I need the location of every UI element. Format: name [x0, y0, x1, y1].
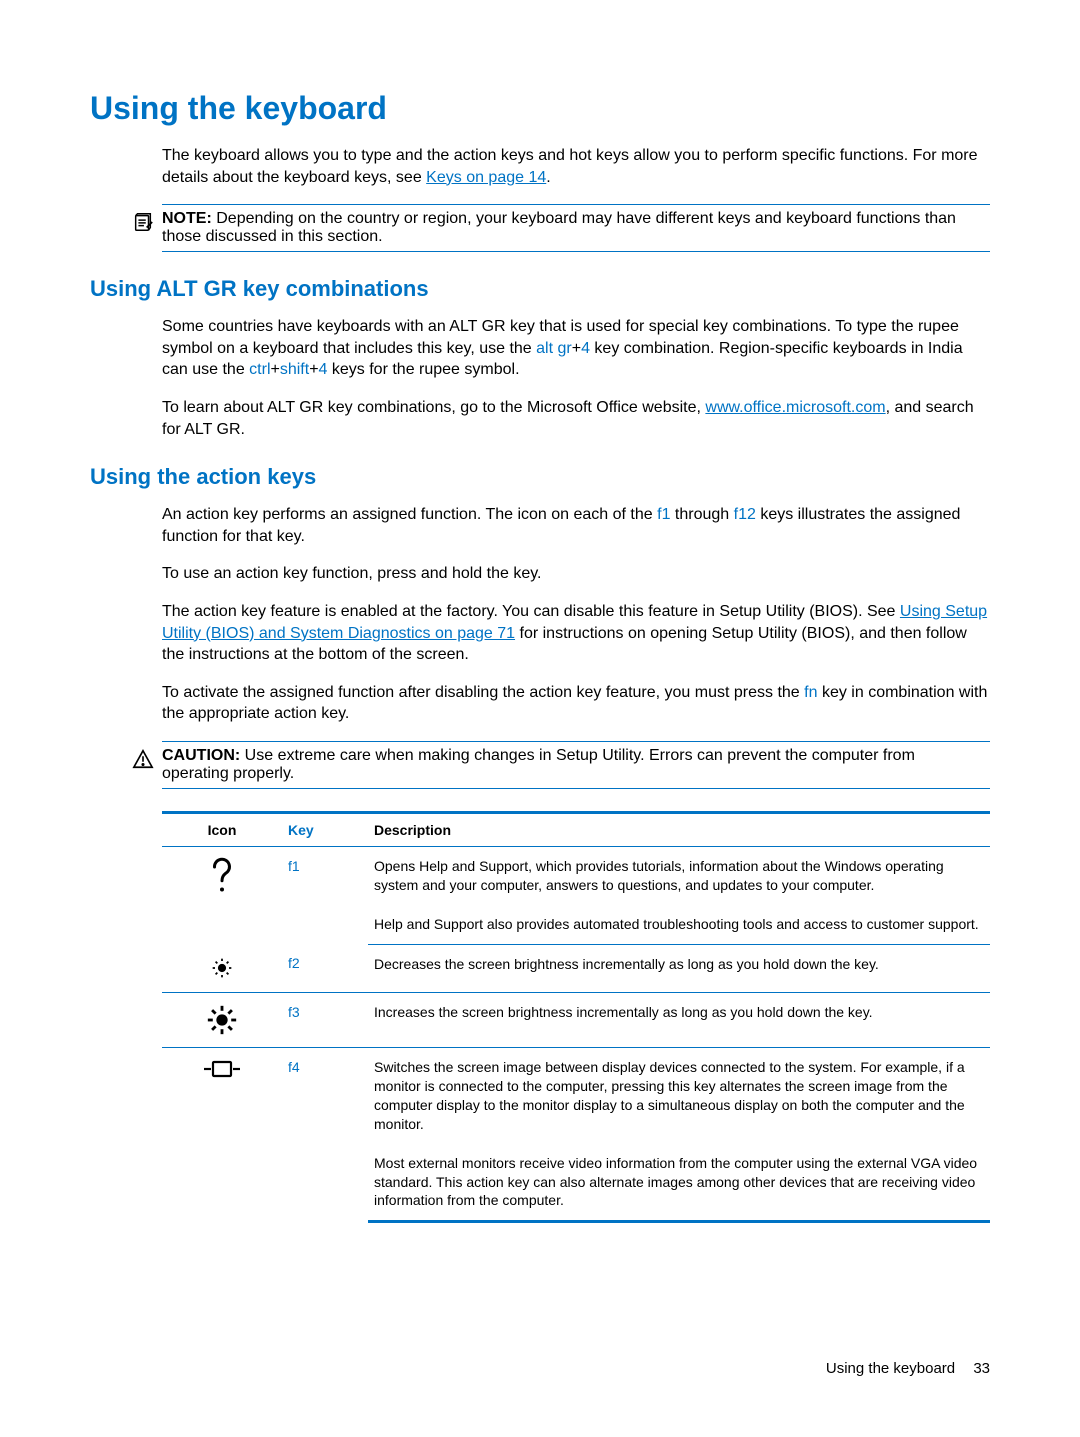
action-para2: To use an action key function, press and…: [162, 563, 990, 585]
key-shift: shift: [280, 361, 309, 378]
key-cell: f1: [282, 846, 368, 944]
key-cell: f4: [282, 1048, 368, 1222]
note-label: NOTE:: [162, 210, 212, 227]
note-text: Depending on the country or region, your…: [162, 210, 956, 245]
text: +: [572, 340, 581, 357]
desc-cell: Decreases the screen brightness incremen…: [368, 944, 990, 993]
actionkeys-heading: Using the action keys: [90, 464, 990, 490]
th-icon: Icon: [162, 812, 282, 846]
text: keys for the rupee symbol.: [327, 361, 519, 378]
switch-display-icon: [162, 1048, 282, 1222]
key-cell: f3: [282, 993, 368, 1048]
desc-cell: Switches the screen image between displa…: [368, 1048, 990, 1144]
desc-cell: Most external monitors receive video inf…: [368, 1144, 990, 1222]
altgr-para1: Some countries have keyboards with an AL…: [162, 316, 990, 381]
table-row: f1 Opens Help and Support, which provide…: [162, 846, 990, 904]
caution-label: CAUTION:: [162, 747, 240, 764]
table-row: f4 Switches the screen image between dis…: [162, 1048, 990, 1144]
key-cell: f2: [282, 944, 368, 993]
key-ctrl: ctrl: [249, 361, 270, 378]
key-f1: f1: [657, 506, 670, 523]
key-fn: fn: [804, 684, 817, 701]
key-4: 4: [581, 340, 590, 357]
caution-text: Use extreme care when making changes in …: [162, 747, 915, 782]
brightness-up-icon: [162, 993, 282, 1048]
intro-paragraph: The keyboard allows you to type and the …: [162, 145, 990, 188]
text: The action key feature is enabled at the…: [162, 603, 900, 620]
intro-text-end: .: [546, 169, 550, 186]
altgr-para2: To learn about ALT GR key combinations, …: [162, 397, 990, 440]
text: An action key performs an assigned funct…: [162, 506, 657, 523]
text: To learn about ALT GR key combinations, …: [162, 399, 705, 416]
text: +: [271, 361, 280, 378]
help-icon: [162, 846, 282, 944]
page-title: Using the keyboard: [90, 90, 990, 127]
note-callout: NOTE: Depending on the country or region…: [162, 204, 990, 252]
text: To activate the assigned function after …: [162, 684, 804, 701]
brightness-down-icon: [162, 944, 282, 993]
page-footer: Using the keyboard 33: [826, 1360, 990, 1377]
key-f12: f12: [734, 506, 756, 523]
page-number: 33: [973, 1360, 990, 1377]
desc-cell: Help and Support also provides automated…: [368, 905, 990, 944]
desc-cell: Increases the screen brightness incremen…: [368, 993, 990, 1048]
caution-callout: CAUTION: Use extreme care when making ch…: [162, 741, 990, 789]
table-row: f3 Increases the screen brightness incre…: [162, 993, 990, 1048]
keys-link[interactable]: Keys on page 14: [426, 169, 546, 186]
action-para3: The action key feature is enabled at the…: [162, 601, 990, 666]
action-keys-table: Icon Key Description f1 Opens Help and S…: [162, 811, 990, 1223]
office-link[interactable]: www.office.microsoft.com: [705, 399, 885, 416]
desc-cell: Opens Help and Support, which provides t…: [368, 846, 990, 904]
th-key: Key: [282, 812, 368, 846]
table-row: f2 Decreases the screen brightness incre…: [162, 944, 990, 993]
key-altgr: alt gr: [536, 340, 572, 357]
intro-text: The keyboard allows you to type and the …: [162, 147, 978, 186]
text: +: [309, 361, 318, 378]
action-para1: An action key performs an assigned funct…: [162, 504, 990, 547]
text: through: [670, 506, 733, 523]
caution-icon: [132, 748, 156, 772]
action-para4: To activate the assigned function after …: [162, 682, 990, 725]
footer-title: Using the keyboard: [826, 1360, 955, 1377]
th-desc: Description: [368, 812, 990, 846]
note-icon: [132, 211, 156, 235]
altgr-heading: Using ALT GR key combinations: [90, 276, 990, 302]
